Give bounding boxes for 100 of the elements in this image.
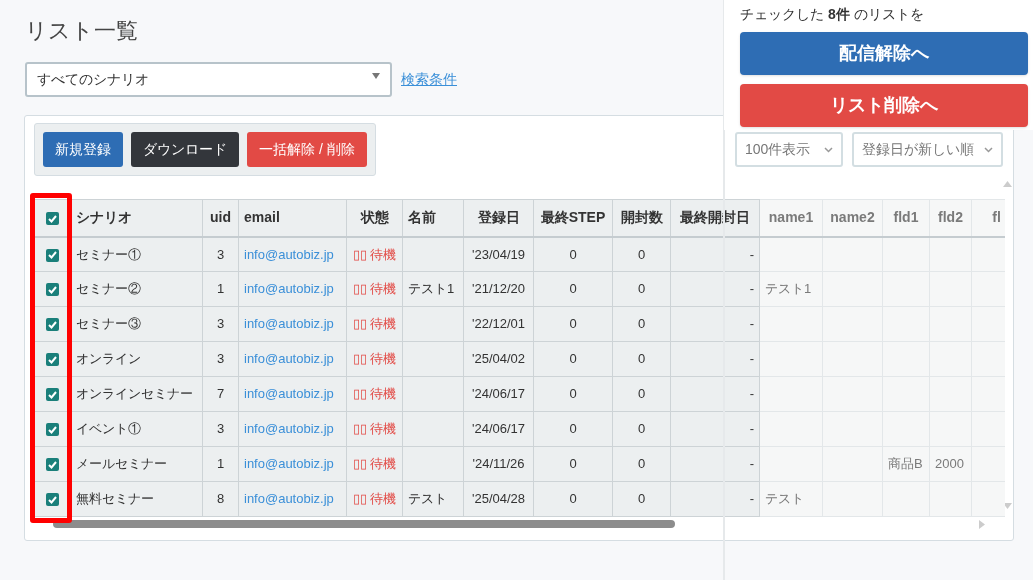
status-label: ▯▯ 待機 [352, 281, 397, 297]
column-header: name1 [768, 209, 814, 226]
table-cell: 0 [569, 491, 577, 507]
panel-action-button[interactable]: 配信解除へ [740, 32, 1028, 75]
table-cell: 8 [216, 491, 225, 507]
table-cell: テスト [408, 491, 447, 507]
table-cell: テスト1 [408, 281, 455, 297]
table-cell: 3 [216, 421, 225, 437]
checkbox[interactable] [45, 388, 59, 402]
table-cell: 0 [637, 491, 646, 507]
table-cell: - [749, 246, 754, 262]
table-cell: メールセミナー [76, 456, 167, 472]
table-cell: 1 [216, 456, 225, 472]
status-label: ▯▯ 待機 [352, 351, 397, 367]
table-cell: '24/06/17 [471, 421, 526, 437]
table-cell: 0 [569, 386, 577, 402]
column-header: 状態 [360, 209, 389, 226]
table-cell: 3 [216, 316, 225, 332]
table-cell: 商品B [888, 456, 923, 472]
scroll-up-arrow-icon [1003, 181, 1012, 187]
toolbar-button[interactable]: 新規登録 [43, 132, 123, 167]
table-cell: 0 [569, 456, 577, 472]
status-label: ▯▯ 待機 [352, 316, 397, 332]
status-label: ▯▯ 待機 [352, 421, 397, 437]
table-cell: '22/12/01 [471, 316, 526, 332]
table-cell: オンライン [76, 351, 141, 367]
table-cell: '25/04/02 [471, 351, 526, 367]
table-cell: '23/04/19 [471, 246, 526, 262]
column-header: 開封数 [620, 209, 663, 226]
toolbar-button[interactable]: 一括解除 / 削除 [247, 132, 367, 167]
column-header: 最終STEP [540, 209, 606, 226]
column-header: fld2 [938, 209, 963, 226]
table-cell: '21/12/20 [471, 281, 526, 297]
table-cell: 3 [216, 246, 225, 262]
search-conditions-link[interactable]: 検索条件 [401, 69, 457, 90]
checkbox[interactable] [45, 318, 59, 332]
scenario-select[interactable]: すべてのシナリオ [25, 62, 392, 97]
table-cell: - [749, 456, 754, 472]
scroll-right-arrow-icon [979, 519, 985, 529]
checkbox[interactable] [45, 212, 59, 226]
table-cell: イベント① [76, 421, 141, 437]
table-cell: セミナー① [76, 246, 141, 262]
checkbox[interactable] [45, 493, 59, 507]
scroll-down-arrow-icon [1003, 503, 1012, 509]
table-cell: '24/06/17 [471, 386, 526, 402]
column-header: fld1 [893, 209, 919, 226]
table-cell: - [749, 421, 754, 437]
status-label: ▯▯ 待機 [352, 491, 397, 507]
table-cell: 0 [637, 421, 646, 437]
table-cell: 0 [637, 386, 646, 402]
table-cell: セミナー③ [76, 316, 141, 332]
table-cell: 0 [569, 351, 577, 367]
table-cell: - [749, 316, 754, 332]
table-cell: 2000 [935, 456, 964, 472]
toolbar-button[interactable]: ダウンロード [131, 132, 239, 167]
column-header: uid [210, 209, 231, 226]
panel-action-button[interactable]: リスト削除へ [740, 84, 1028, 127]
table-cell: 0 [637, 316, 646, 332]
dropdown-caret-icon [372, 72, 380, 79]
table-cell: 無料セミナー [76, 491, 154, 507]
table-cell: 1 [216, 281, 225, 297]
checkbox[interactable] [45, 423, 59, 437]
table-cell: 0 [637, 246, 646, 262]
checkbox[interactable] [45, 353, 59, 367]
table-cell: セミナー② [76, 281, 141, 297]
table-cell: 0 [569, 281, 577, 297]
table-cell: テスト1 [765, 281, 812, 297]
table-cell: 0 [569, 316, 577, 332]
sort-select[interactable]: 登録日が新しい順 [852, 132, 1003, 167]
table-cell: - [749, 351, 754, 367]
table-cell: '24/11/26 [472, 456, 525, 472]
column-header: name2 [830, 209, 875, 226]
column-header: 登録日 [477, 209, 520, 226]
table-cell: オンラインセミナー [76, 386, 193, 402]
status-label: ▯▯ 待機 [352, 456, 397, 472]
checkbox[interactable] [45, 283, 59, 297]
table-cell: 3 [216, 351, 225, 367]
table-cell: 0 [637, 456, 646, 472]
table-cell: 0 [637, 351, 646, 367]
checkbox[interactable] [45, 458, 59, 472]
scrollbar-thumb[interactable] [53, 520, 675, 528]
checkbox[interactable] [45, 248, 59, 262]
table-cell: 7 [216, 386, 225, 402]
page-size-select[interactable]: 100件表示 [735, 132, 843, 167]
table-cell: 0 [637, 281, 646, 297]
table-cell: - [749, 281, 754, 297]
selection-message: チェックした 8件 のリストを [740, 5, 925, 24]
status-label: ▯▯ 待機 [352, 386, 397, 402]
chevron-down-icon [984, 146, 993, 153]
column-header: email [244, 209, 280, 226]
table-cell: テスト [765, 491, 804, 507]
column-header: シナリオ [76, 209, 132, 226]
table-cell: - [749, 386, 754, 402]
column-header: 名前 [408, 209, 436, 226]
table-cell: '25/04/28 [471, 491, 526, 507]
column-header: fl [992, 209, 1001, 226]
chevron-down-icon [824, 146, 833, 153]
status-label: ▯▯ 待機 [352, 246, 397, 262]
table-cell: - [749, 491, 754, 507]
table-cell: 0 [569, 421, 577, 437]
